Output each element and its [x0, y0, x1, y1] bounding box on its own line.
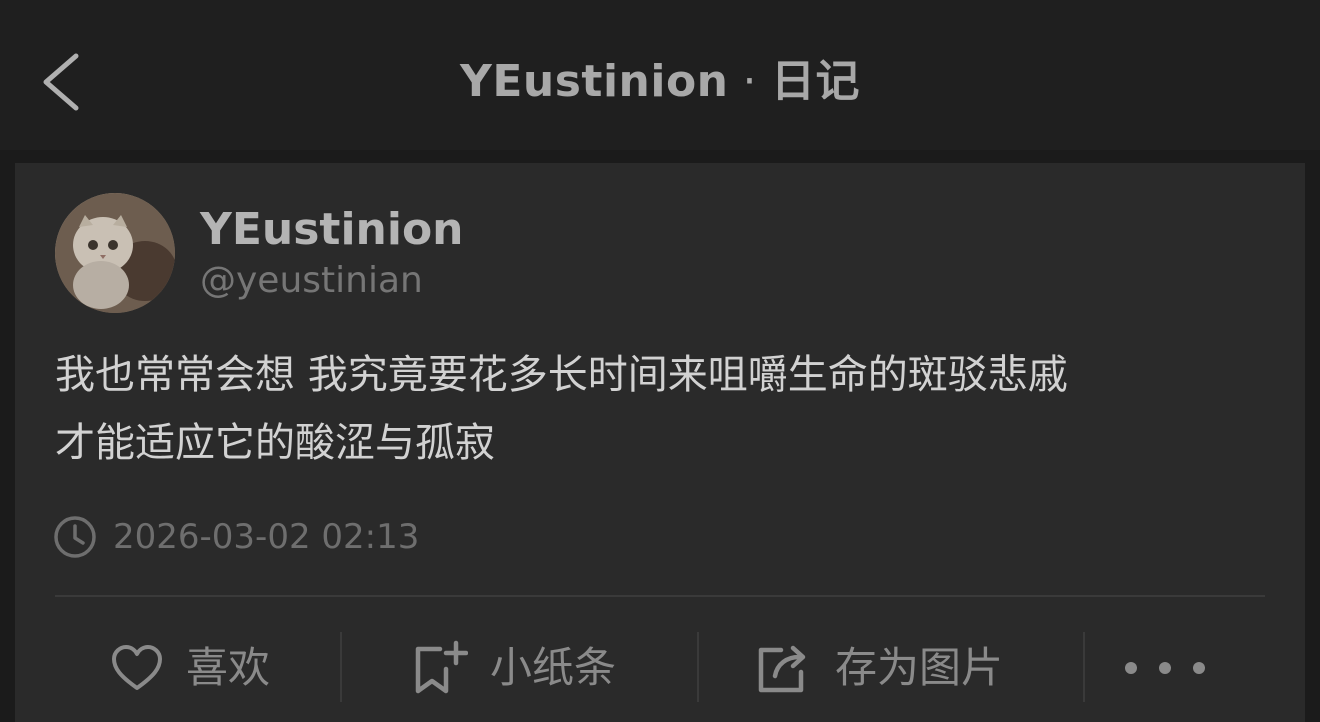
avatar-cat-image: [55, 193, 175, 313]
post-content: 我也常常会想 我究竟要花多长时间来咀嚼生命的斑驳悲戚 才能适应它的酸涩与孤寂: [55, 341, 1275, 477]
header-section: 日记: [771, 56, 860, 107]
author-handle: @yeustinian: [200, 260, 423, 301]
more-dots-icon: [1125, 662, 1137, 674]
header-username: YEustinion: [459, 56, 729, 107]
action-separator: [340, 632, 342, 702]
action-bar: 喜欢 小纸条 存为图片: [15, 598, 1305, 722]
bookmark-plus-icon: [415, 640, 468, 694]
divider: [55, 595, 1265, 597]
post-timestamp: 2026-03-02 02:13: [113, 517, 420, 557]
more-button[interactable]: [1125, 648, 1205, 688]
action-separator: [1083, 632, 1085, 702]
timestamp-row: 2026-03-02 02:13: [53, 513, 419, 561]
post-line: 才能适应它的酸涩与孤寂: [55, 420, 495, 466]
note-label: 小纸条: [490, 643, 617, 692]
share-box-icon: [758, 645, 806, 693]
clock-icon: [54, 516, 96, 558]
diary-page: YEustinion · 日记 YEustinion @yeustinian 我也常…: [0, 0, 1320, 722]
author-name[interactable]: YEustinion: [200, 203, 464, 257]
note-button[interactable]: 小纸条: [412, 628, 616, 708]
like-label: 喜欢: [186, 643, 271, 692]
save-image-button[interactable]: 存为图片: [755, 628, 1003, 708]
header-separator: ·: [742, 56, 757, 107]
action-separator: [697, 632, 699, 702]
page-title: YEustinion · 日记: [0, 52, 1320, 112]
more-dots-icon: [1159, 662, 1171, 674]
post-card: YEustinion @yeustinian 我也常常会想 我究竟要花多长时间来…: [15, 163, 1305, 722]
post-line: 我也常常会想 我究竟要花多长时间来咀嚼生命的斑驳悲戚: [55, 352, 1068, 398]
avatar[interactable]: [55, 193, 175, 313]
more-dots-icon: [1193, 662, 1205, 674]
top-bar: YEustinion · 日记: [0, 0, 1320, 150]
heart-icon: [112, 645, 162, 690]
save-image-label: 存为图片: [835, 643, 1004, 692]
like-button[interactable]: 喜欢: [110, 628, 270, 708]
